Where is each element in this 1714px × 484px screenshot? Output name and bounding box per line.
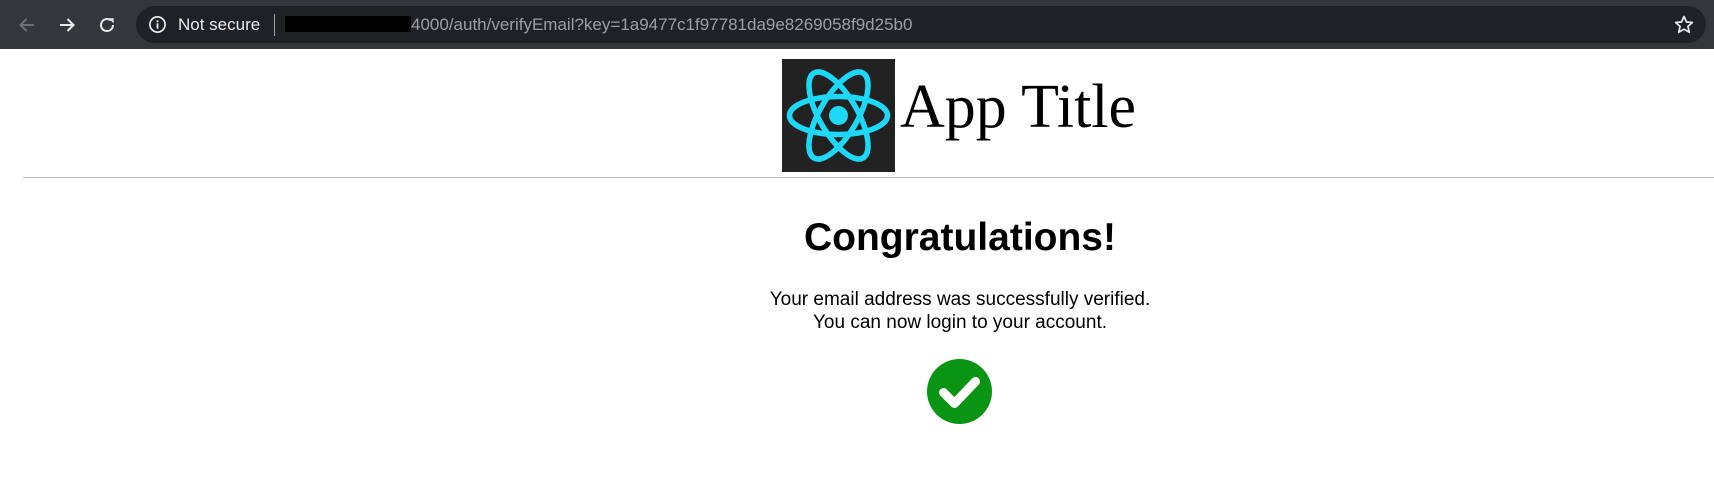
app-logo	[782, 59, 895, 172]
react-atom-icon	[786, 69, 891, 162]
arrow-left-icon	[19, 18, 34, 32]
url-redacted-host	[285, 16, 411, 32]
page-heading: Congratulations!	[804, 216, 1116, 259]
reload-icon	[100, 18, 115, 33]
browser-toolbar: Not secure 4000/auth/verifyEmail?key=1a9…	[0, 0, 1714, 49]
page-content: App Title Congratulations! Your email ad…	[0, 49, 1714, 484]
arrow-right-icon	[60, 18, 75, 32]
back-button[interactable]	[10, 8, 44, 42]
forward-button[interactable]	[50, 8, 84, 42]
message-line-1: Your email address was successfully veri…	[769, 289, 1151, 310]
star-icon[interactable]	[1672, 13, 1696, 37]
check-circle-icon	[927, 359, 992, 424]
reload-button[interactable]	[90, 8, 124, 42]
info-icon[interactable]	[148, 15, 167, 34]
address-bar[interactable]: Not secure 4000/auth/verifyEmail?key=1a9…	[136, 6, 1706, 43]
app-title: App Title	[900, 73, 1137, 141]
message-line-2: You can now login to your account.	[813, 312, 1107, 333]
header-divider	[23, 177, 1714, 178]
url-text[interactable]: 4000/auth/verifyEmail?key=1a9477c1f97781…	[411, 15, 912, 34]
verification-message: Your email address was successfully veri…	[0, 288, 1714, 334]
omnibox-divider	[274, 14, 275, 36]
app-header: App Title	[0, 49, 1714, 175]
security-status-label[interactable]: Not secure	[178, 15, 260, 34]
